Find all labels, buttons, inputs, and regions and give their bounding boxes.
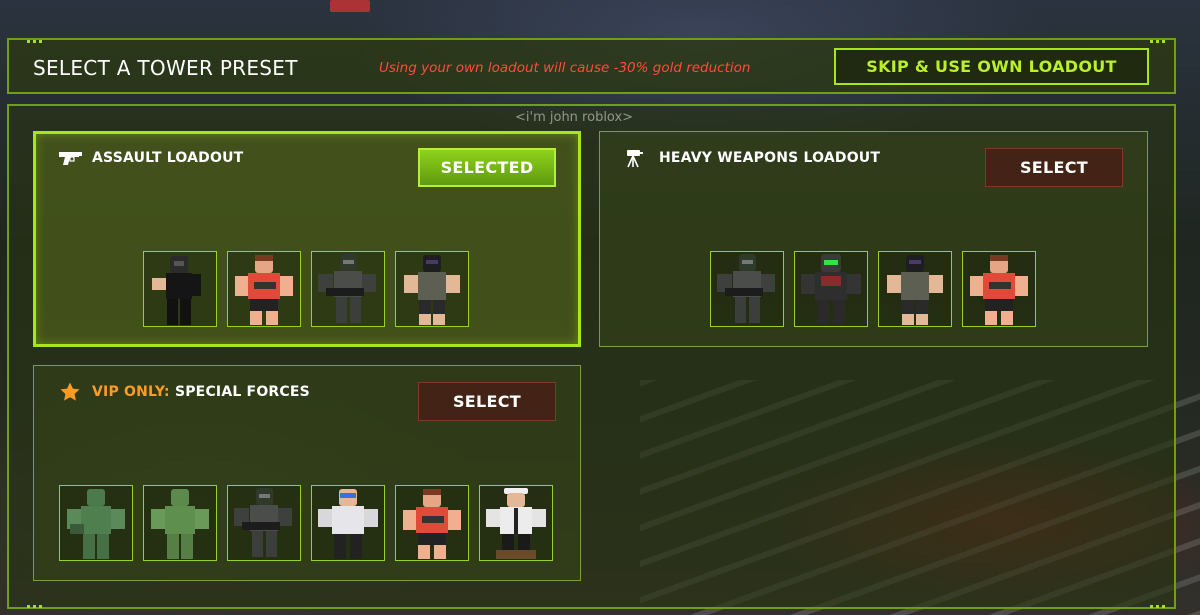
- tower-slot-red-vest-shotgunner: [395, 485, 469, 561]
- special-forces-select-button[interactable]: SELECT: [418, 382, 556, 421]
- special-forces-name: SPECIAL FORCES: [174, 384, 310, 400]
- tower-slot-green-camo-soldier: [59, 485, 133, 561]
- tower-slot-gray-masked-gunner: [227, 485, 301, 561]
- corner-dots: [27, 605, 42, 608]
- pistol-icon: [58, 150, 84, 170]
- vip-only-label: VIP ONLY:: [92, 384, 170, 400]
- assault-selected-button[interactable]: SELECTED: [418, 148, 556, 187]
- tower-slot-gray-masked-gunner: [710, 251, 784, 327]
- turret-icon: [624, 148, 644, 172]
- special-forces-loadout-title: VIP ONLY: SPECIAL FORCES: [92, 384, 310, 400]
- tower-slot-police-officer: [479, 485, 553, 561]
- corner-dots: [27, 40, 42, 43]
- skip-use-own-loadout-button[interactable]: SKIP & USE OWN LOADOUT: [834, 48, 1149, 85]
- star-icon: [59, 381, 81, 407]
- corner-dots: [1150, 605, 1165, 608]
- tower-slot-masked-soldier: [143, 251, 217, 327]
- gold-reduction-warning: Using your own loadout will cause -30% g…: [379, 60, 751, 76]
- assault-loadout-title: ASSAULT LOADOUT: [92, 150, 244, 166]
- heavy-weapons-loadout-title: HEAVY WEAPONS LOADOUT: [659, 150, 881, 166]
- tower-slot-red-vest-shotgunner: [227, 251, 301, 327]
- tower-slot-blue-visor-agent: [311, 485, 385, 561]
- player-overhead-tag: <i'm john roblox>: [515, 110, 634, 125]
- tower-slot-gray-masked-gunner: [311, 251, 385, 327]
- tower-slot-green-camo-sniper: [143, 485, 217, 561]
- tower-slot-red-vest-shotgunner: [962, 251, 1036, 327]
- background-sign: [330, 0, 370, 12]
- page-title: SELECT A TOWER PRESET: [33, 56, 298, 80]
- corner-dots: [1150, 40, 1165, 43]
- tower-slot-black-masked-soldier: [395, 251, 469, 327]
- tower-slot-black-masked-soldier: [878, 251, 952, 327]
- heavy-weapons-select-button[interactable]: SELECT: [985, 148, 1123, 187]
- tower-slot-green-visor-heavy: [794, 251, 868, 327]
